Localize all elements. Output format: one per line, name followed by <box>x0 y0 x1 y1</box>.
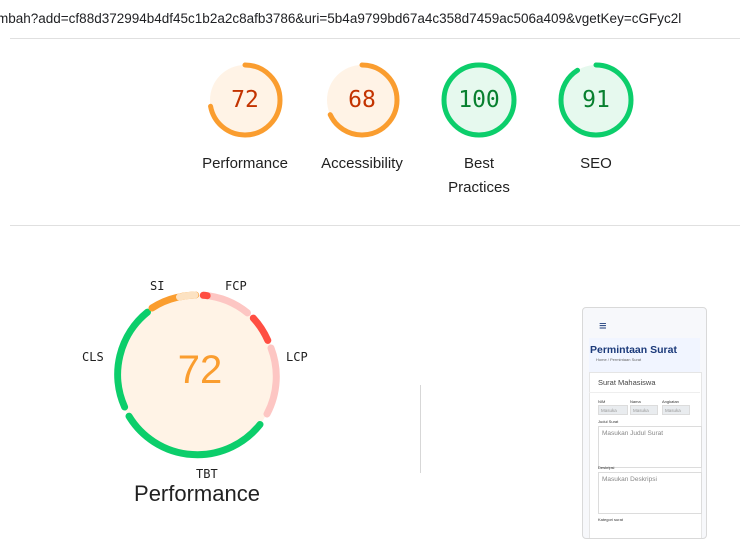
metric-fcp-label: FCP <box>225 279 247 293</box>
metric-si-label: SI <box>150 279 164 293</box>
screenshot-title: Permintaan Surat <box>590 344 677 356</box>
performance-score: 72 <box>140 348 260 393</box>
screenshot-card-title: Surat Mahasiswa <box>598 378 656 387</box>
screenshot-card-rule <box>589 392 700 393</box>
final-screenshot[interactable]: ≡ Permintaan Surat Home / Permintaan Sur… <box>582 307 707 539</box>
performance-title: Performance <box>97 481 297 507</box>
hamburger-icon: ≡ <box>599 318 607 333</box>
input-nama: Masuka <box>630 405 658 415</box>
si-arc-rest <box>180 295 196 297</box>
input-nim: Masuka <box>598 405 628 415</box>
metric-cls-label: CLS <box>82 350 104 364</box>
col-nama: Nama <box>630 399 641 404</box>
col-angkatan: Angkatan <box>662 399 679 404</box>
label-judul: Judul Surat <box>598 419 618 424</box>
screenshot-breadcrumb: Home / Permintaan Surat <box>596 357 641 362</box>
vertical-divider <box>420 385 421 473</box>
input-deskripsi: Masukan Deskripsi <box>598 472 702 514</box>
metric-lcp-label: LCP <box>286 350 308 364</box>
metric-tbt-label: TBT <box>196 467 218 481</box>
input-judul: Masukan Judul Surat <box>598 426 702 468</box>
input-angkatan: Masuka <box>662 405 690 415</box>
label-kategori: Kategori surat <box>598 517 623 522</box>
col-nim: NIM <box>598 399 605 404</box>
label-deskripsi: Deskripsi <box>598 465 614 470</box>
